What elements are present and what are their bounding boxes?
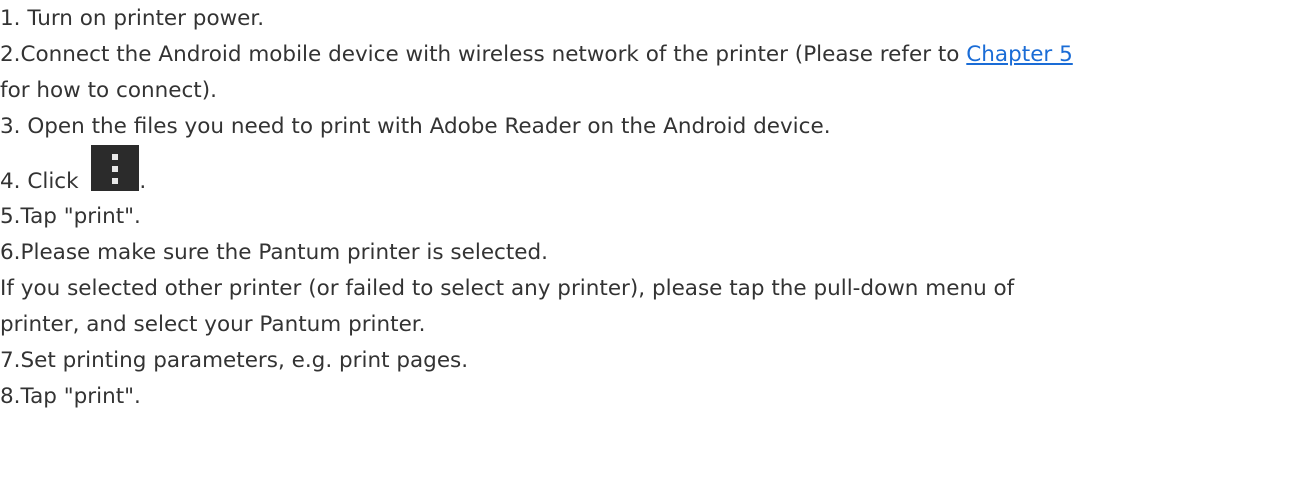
step-6-note-line-1: If you selected other printer (or failed… <box>0 276 1015 301</box>
step-2-continuation: for how to connect). <box>0 78 217 103</box>
step-4: 4. Click . <box>0 145 1294 199</box>
step-2-text: 2.Connect the Android mobile device with… <box>0 42 967 67</box>
step-8: 8.Tap "print". <box>0 384 141 409</box>
instruction-document: 1. Turn on printer power. 2.Connect the … <box>0 0 1294 415</box>
step-4-period: . <box>139 169 147 194</box>
chapter-5-link[interactable]: Chapter 5 <box>966 42 1072 67</box>
step-7: 7.Set printing parameters, e.g. print pa… <box>0 348 469 373</box>
step-1: 1. Turn on printer power. <box>0 6 265 31</box>
step-2: 2.Connect the Android mobile device with… <box>0 37 1294 73</box>
step-3: 3. Open the files you need to print with… <box>0 114 831 139</box>
step-5: 5.Tap "print". <box>0 204 141 229</box>
step-6-note-line-2: printer, and select your Pantum printer. <box>0 312 426 337</box>
step-6: 6.Please make sure the Pantum printer is… <box>0 240 549 265</box>
more-vertical-icon <box>91 145 140 191</box>
step-4-text: 4. Click <box>0 169 86 194</box>
